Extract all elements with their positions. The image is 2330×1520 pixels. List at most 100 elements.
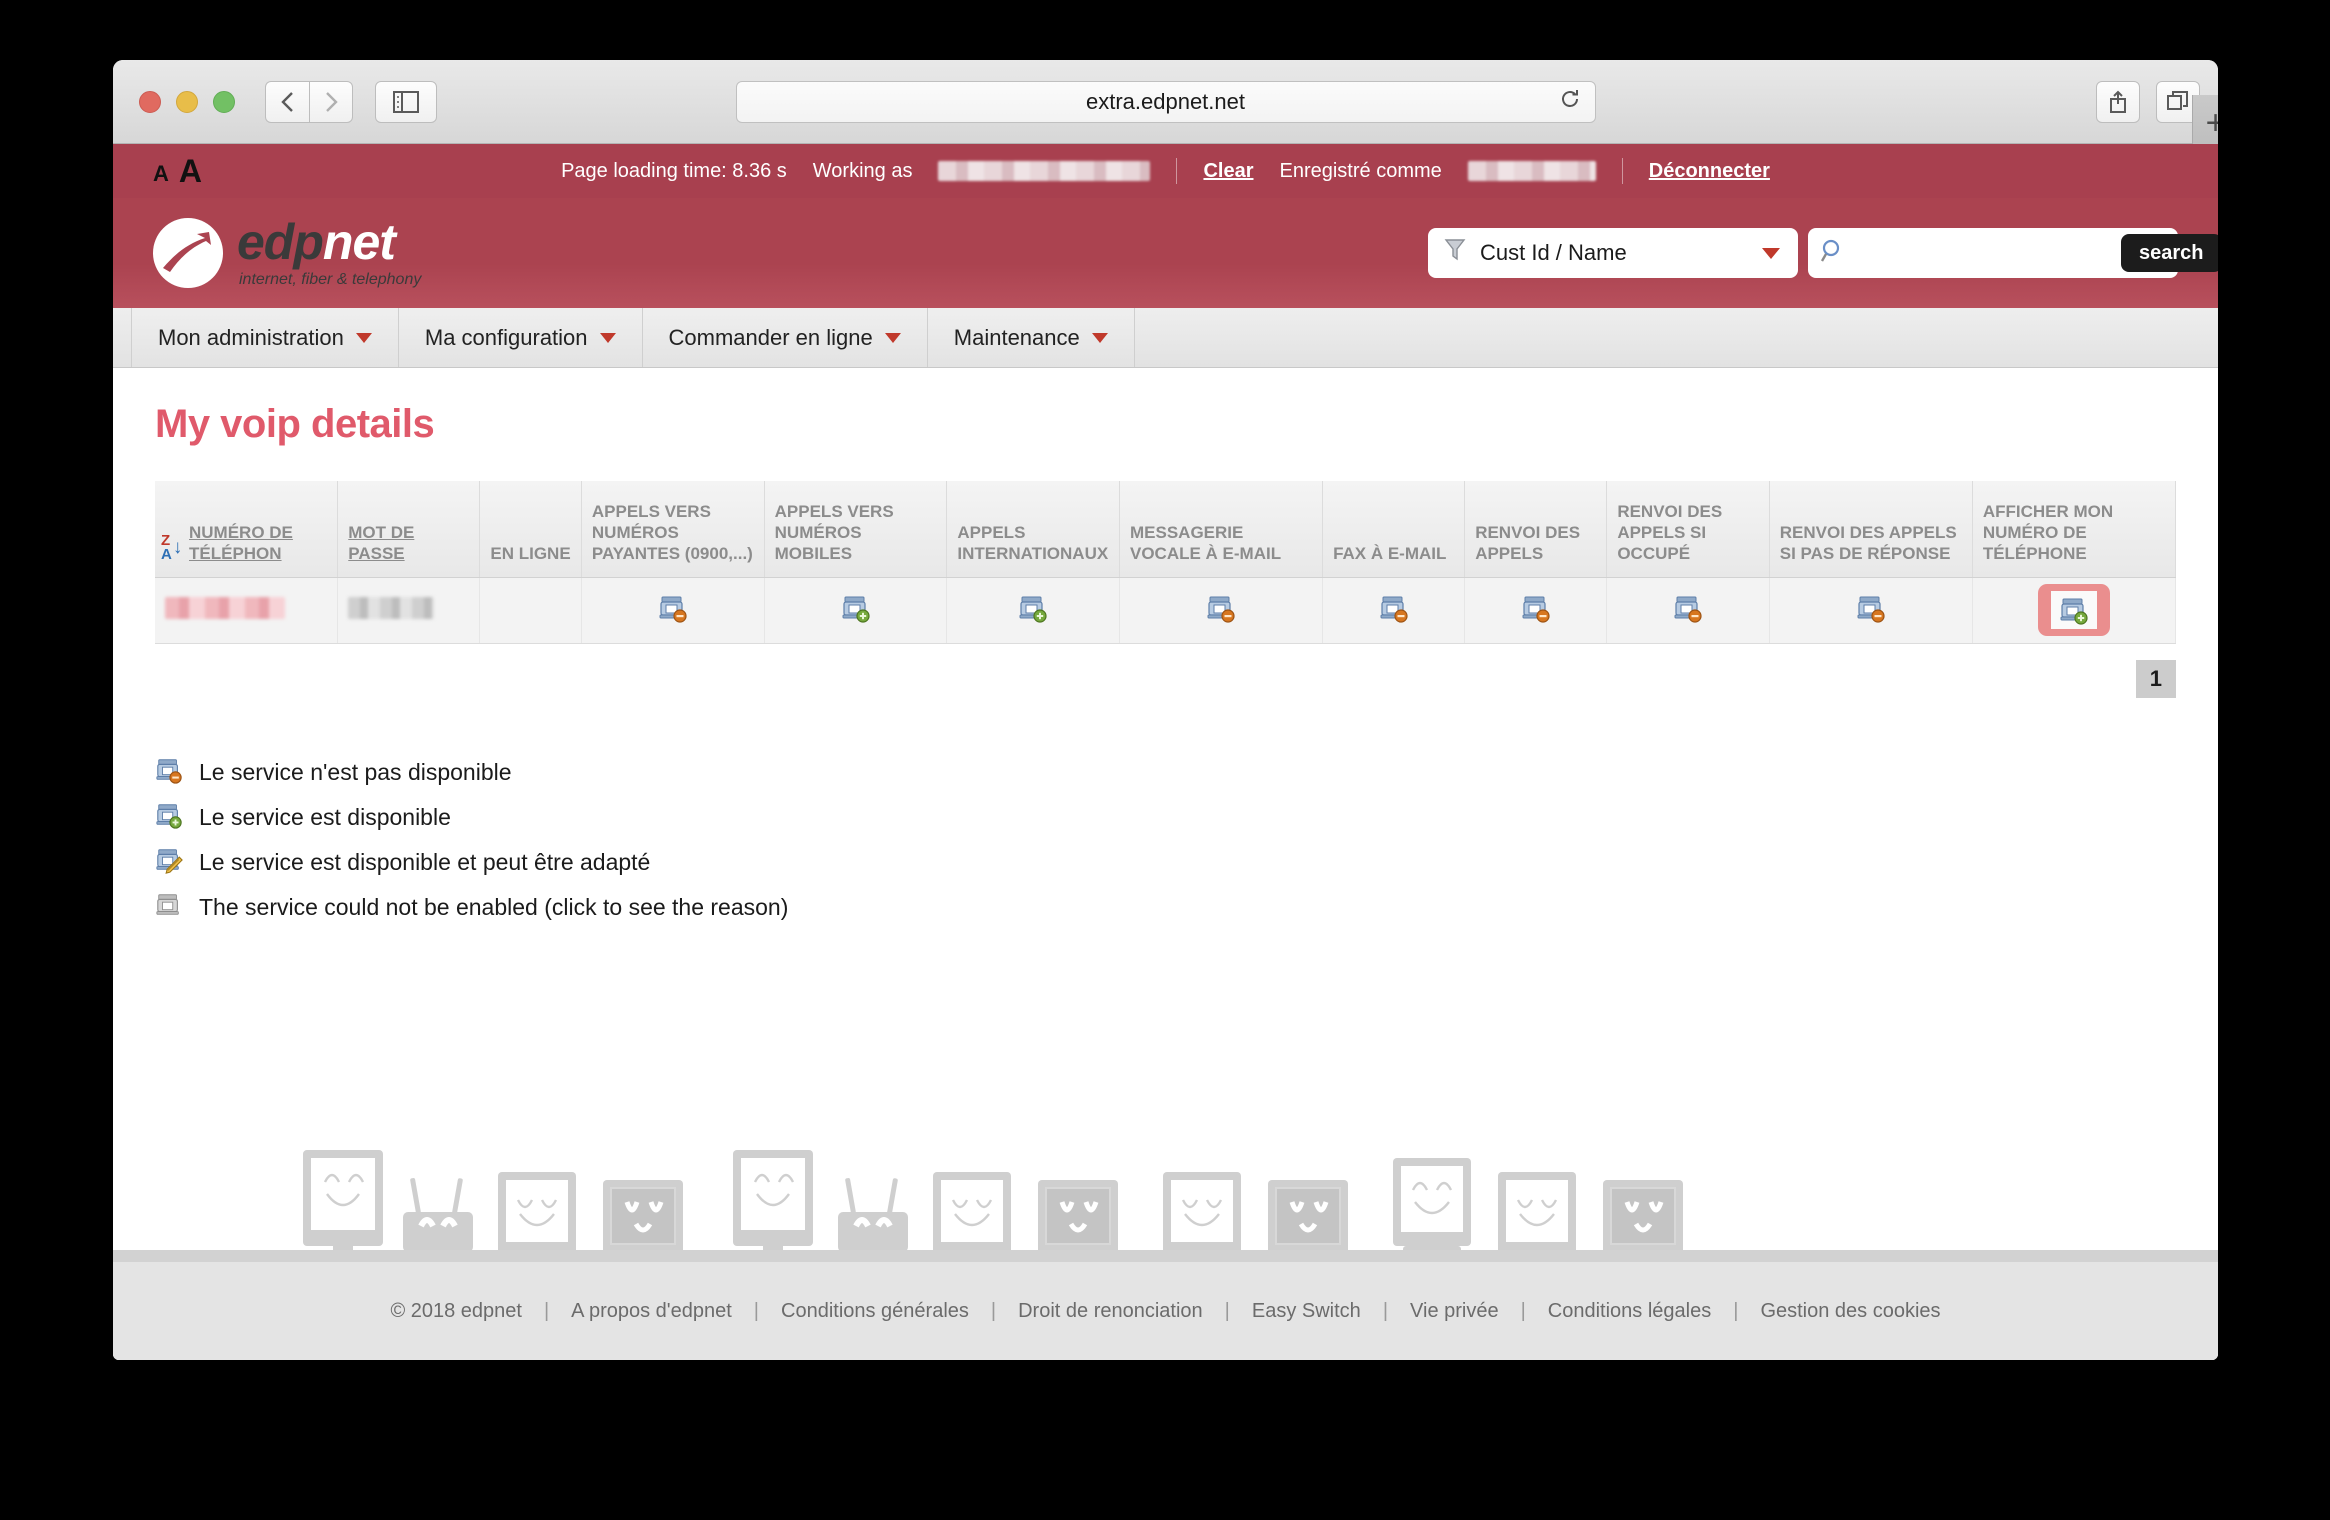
forward-button[interactable] [309,80,353,123]
column-header-label: NUMÉRO DE TÉLÉPHON [189,523,293,564]
cell-forward-no-answer[interactable] [1769,577,1973,644]
column-header-label: FAX À E-MAIL [1333,544,1447,564]
legend-label: Le service est disponible et peut être a… [199,849,651,875]
browser-toolbar: extra.edpnet.net + [113,60,2218,153]
column-header-label: RENVOI DES APPELS SI OCCUPÉ [1617,501,1723,564]
voip-details-table: Z A ↓ NUMÉRO DE TÉLÉPHON MOT DE PASSE EN L… [155,481,2177,644]
search-box: search [1808,228,2218,278]
back-button[interactable] [265,80,309,123]
nav-item-ma-configuration[interactable]: Ma configuration [398,308,643,367]
nav-item-maintenance[interactable]: Maintenance [927,308,1135,367]
nav-item-mon-administration[interactable]: Mon administration [131,308,399,367]
footer-link-about[interactable]: A propos d'edpnet [549,1300,754,1323]
phone-number-value [165,596,285,619]
phone-unavailable-icon[interactable] [1521,596,1551,627]
footer-link-legal[interactable]: Conditions légales [1526,1300,1733,1323]
minimize-window-button[interactable] [176,90,198,113]
phone-available-icon[interactable] [841,596,871,627]
site-header: edpnet internet, fiber & telephony Cust … [113,198,2218,308]
phone-available-icon[interactable] [1018,596,1048,627]
registered-as-label: Enregistré comme [1279,159,1442,182]
phone-unavailable-icon [155,756,183,790]
chevron-down-icon[interactable] [1762,247,1780,259]
share-button[interactable] [2096,80,2140,123]
footer-link-easy-switch[interactable]: Easy Switch [1230,1300,1383,1323]
column-header-label: APPELS INTERNATIONAUX [957,523,1109,564]
sidebar-icon [393,90,419,113]
reload-icon[interactable] [1559,88,1581,116]
chevron-right-icon [323,90,339,114]
page-title: My voip details [155,402,435,446]
footer-link-terms[interactable]: Conditions générales [759,1300,991,1323]
table-row [155,577,2177,644]
topbar-divider [1176,158,1178,184]
column-header-online: EN LIGNE [479,481,582,578]
cell-call-forwarding[interactable] [1464,577,1608,644]
main-content: My voip details Z A ↓ NUMÉRO DE TÉLÉPHON M… [113,368,2218,925]
footer-link-withdrawal[interactable]: Droit de renonciation [996,1300,1225,1323]
sort-descending-za-icon: Z A ↓ [161,532,183,564]
footer-ground-line [113,1250,2218,1262]
phone-unavailable-icon[interactable] [1673,596,1703,627]
selection-highlight [2037,584,2110,636]
column-header-forward-no-answer: RENVOI DES APPELS SI PAS DE RÉPONSE [1769,481,1973,578]
legend-item-editable: Le service est disponible et peut être a… [155,846,2176,880]
font-size-small-button[interactable]: A [153,161,169,187]
phone-available-icon [155,801,183,835]
close-window-button[interactable] [139,90,161,113]
legend-label: Le service est disponible [199,804,451,830]
logo-edp-text: edp [237,214,324,270]
column-header-voicemail-to-email: MESSAGERIE VOCALE À E-MAIL [1119,481,1324,578]
search-button[interactable]: search [2121,234,2218,272]
footer-link-cookies[interactable]: Gestion des cookies [1738,1300,1962,1323]
tabs-icon [2167,90,2189,113]
password-value [348,596,435,619]
maximize-window-button[interactable] [213,90,235,113]
chevron-down-icon [599,332,616,343]
cell-voicemail-to-email[interactable] [1119,577,1324,644]
window-traffic-lights [139,90,235,113]
cell-mobile-calls[interactable] [764,577,948,644]
logo-tagline: internet, fiber & telephony [239,271,422,288]
table-header: Z A ↓ NUMÉRO DE TÉLÉPHON MOT DE PASSE EN L… [155,481,2177,578]
address-bar-container: extra.edpnet.net [735,80,1596,123]
nav-item-commander-en-ligne[interactable]: Commander en ligne [642,308,928,367]
phone-editable-icon [155,846,183,880]
chevron-down-icon [884,332,901,343]
cell-phone-number [155,577,339,644]
clear-link[interactable]: Clear [1203,160,1253,183]
smiling-devices-art [303,1150,1683,1262]
legend-item-disabled: The service could not be enabled (click … [155,891,2176,925]
column-header-label: MESSAGERIE VOCALE À E-MAIL [1130,523,1282,564]
cell-fax-to-email[interactable] [1322,577,1466,644]
search-icon [1820,238,1846,269]
phone-unavailable-icon[interactable] [1856,596,1886,627]
footer-link-privacy[interactable]: Vie privée [1388,1300,1521,1323]
legend-label: Le service n'est pas disponible [199,759,512,785]
column-header-phone-number[interactable]: Z A ↓ NUMÉRO DE TÉLÉPHON [155,481,339,578]
status-legend: Le service n'est pas disponible Le servi… [155,756,2176,925]
sidebar-toggle-button[interactable] [375,80,437,123]
pagination-page-1[interactable]: 1 [2135,659,2176,698]
cell-forward-busy[interactable] [1606,577,1770,644]
font-size-controls[interactable]: A A [153,155,202,187]
cell-international-calls[interactable] [946,577,1120,644]
column-header-password[interactable]: MOT DE PASSE [337,481,481,578]
phone-unavailable-icon[interactable] [1379,596,1409,627]
phone-unavailable-icon[interactable] [658,596,688,627]
phone-available-icon[interactable] [2059,598,2089,629]
topbar-divider-2 [1621,158,1623,184]
customer-filter-select[interactable]: Cust Id / Name [1428,228,1798,278]
font-size-large-button[interactable]: A [179,155,202,187]
chevron-down-icon [355,332,372,343]
cell-show-my-number[interactable] [1972,577,2177,644]
logout-link[interactable]: Déconnecter [1649,160,1770,183]
search-input[interactable] [1846,241,2121,265]
column-header-call-forwarding: RENVOI DES APPELS [1464,481,1608,578]
edpnet-logo[interactable]: edpnet internet, fiber & telephony [153,217,421,289]
cell-premium-calls[interactable] [581,577,765,644]
address-bar[interactable]: extra.edpnet.net [735,80,1596,123]
legend-label: The service could not be enabled (click … [199,894,789,920]
cell-password [337,577,481,644]
phone-unavailable-icon[interactable] [1206,596,1236,627]
